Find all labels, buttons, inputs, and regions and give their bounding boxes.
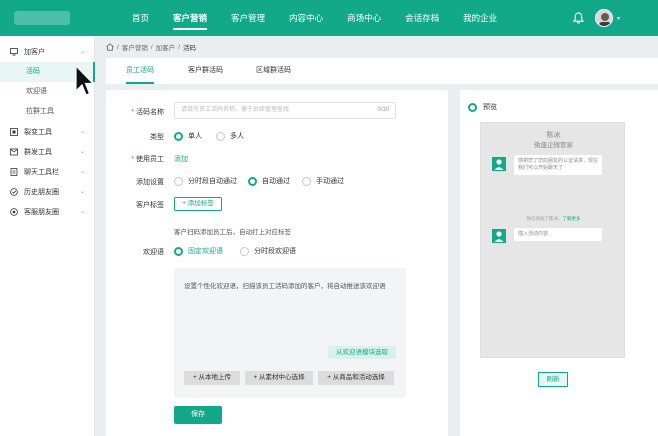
user-avatar[interactable] — [595, 9, 613, 27]
tab-group-code[interactable]: 客户群活码 — [188, 58, 223, 84]
sidebar-group-label: 聊天工具栏 — [24, 169, 59, 176]
preview-header: 预览 — [468, 102, 497, 112]
bell-icon[interactable] — [573, 12, 584, 24]
chevron-down-icon: ⌄ — [79, 149, 85, 155]
sidebar-group-chat-toolbar[interactable]: 聊天工具栏 ⌄ — [0, 162, 95, 182]
type-single-radio[interactable]: 单人 — [174, 131, 202, 141]
service-moments-icon — [10, 208, 18, 216]
tags-label: 客户标签 — [136, 202, 164, 209]
radio-checked-icon — [174, 246, 183, 256]
radio-checked-icon — [248, 176, 257, 186]
chevron-down-icon: ⌄ — [79, 129, 85, 135]
welcome-message-editor[interactable]: 设置个性化欢迎语，扫描该员工活码添加的客户，将自动推送该欢迎语 从欢迎语模块选取… — [174, 268, 406, 398]
char-count: 0/30 — [377, 107, 389, 113]
radio-unchecked-icon — [174, 176, 183, 186]
name-label: * 活码名称 — [131, 109, 164, 116]
tab-region-group-code[interactable]: 区域群活码 — [256, 58, 291, 84]
preview-radio-icon — [468, 102, 477, 112]
staff-label: * 使用员工 — [131, 156, 164, 163]
chevron-down-icon: ⌄ — [79, 209, 85, 215]
save-button[interactable]: 保存 — [174, 406, 222, 424]
tab-staff-code[interactable]: 员工活码 — [126, 58, 154, 84]
welcome-fixed-radio[interactable]: 固定欢迎语 — [174, 246, 223, 256]
chat-avatar-icon — [492, 229, 506, 243]
add-staff-link[interactable]: 添加 — [174, 154, 188, 164]
chevron-down-icon[interactable]: ▾ — [617, 15, 620, 22]
tags-hint: 客户扫码添加员工后，自动打上对应标签 — [174, 229, 291, 236]
nav-item-home[interactable]: 首页 — [120, 0, 161, 36]
mass-send-icon — [10, 148, 18, 156]
code-name-input[interactable]: 请填写员工活码名称，便于后续管理查找 0/30 — [174, 102, 396, 119]
sidebar-group-fission-tool[interactable]: 裂变工具 ⌄ — [0, 122, 95, 142]
radio-unchecked-icon — [216, 131, 225, 141]
chat-bubble: 感谢您了您的朋友的认证请求，现在我们可以开始聊天了 — [514, 155, 602, 175]
preview-panel: 预览 陈冰 微盛企微管家 感谢您了您的朋友的认证请求，现在我们可以开始聊天了 你… — [460, 90, 658, 436]
avatar-portrait-icon — [596, 10, 612, 26]
upload-product-button[interactable]: + 从商品和活动选择 — [318, 371, 394, 385]
add-setting-label: 添加设置 — [136, 179, 164, 186]
radio-unchecked-icon — [240, 246, 249, 256]
sidebar-group-label: 群发工具 — [24, 149, 52, 156]
breadcrumb-item-current: 活码 — [182, 45, 196, 52]
sidebar-group-label: 历史朋友圈 — [24, 189, 59, 196]
radio-checked-icon — [174, 131, 183, 141]
sidebar-group-moments-history[interactable]: 历史朋友圈 ⌄ — [0, 182, 95, 202]
phone-mockup: 陈冰 微盛企微管家 感谢您了您的朋友的认证请求，现在我们可以开始聊天了 你已添加… — [480, 122, 625, 358]
welcome-placeholder: 设置个性化欢迎语，扫描该员工活码添加的客户，将自动推送该欢迎语 — [184, 283, 386, 290]
type-multi-radio[interactable]: 多人 — [216, 131, 244, 141]
sidebar-item-group-tool[interactable]: 拉群工具 — [0, 102, 95, 122]
welcome-timed-radio[interactable]: 分时段欢迎语 — [240, 246, 296, 256]
fission-icon — [10, 128, 18, 136]
nav-item-mall-center[interactable]: 商场中心 — [335, 0, 393, 36]
code-form-panel: * 活码名称 请填写员工活码名称，便于后续管理查找 0/30 类型 单人 多人 *… — [106, 90, 448, 436]
nav-item-my-enterprise[interactable]: 我的企业 — [451, 0, 509, 36]
radio-unchecked-icon — [302, 176, 311, 186]
nav-item-session-archive[interactable]: 会话存档 — [393, 0, 451, 36]
add-setting-auto-radio[interactable]: 自动通过 — [248, 176, 290, 186]
chat-toolbar-icon — [10, 168, 18, 176]
sidebar-group-label: 裂变工具 — [24, 129, 52, 136]
pick-from-welcome-module-button[interactable]: 从欢迎语模块选取 — [328, 346, 396, 359]
chat-avatar-icon — [492, 157, 506, 171]
moments-history-icon — [10, 188, 18, 196]
chevron-down-icon: ⌄ — [79, 189, 85, 195]
main-nav: 首页 客户营销 客户管理 内容中心 商场中心 会话存档 我的企业 — [120, 0, 509, 36]
code-type-tabs: 员工活码 客户群活码 区域群活码 — [106, 58, 658, 84]
add-setting-manual-radio[interactable]: 手动通过 — [302, 176, 344, 186]
chat-bubble: 插入活动内容 — [514, 228, 602, 241]
nav-item-customer-management[interactable]: 客户管理 — [219, 0, 277, 36]
add-setting-timed-radio[interactable]: 分时段自动通过 — [174, 176, 237, 186]
mouse-cursor-icon — [75, 64, 94, 96]
chevron-down-icon: ⌄ — [79, 169, 85, 175]
top-navigation-bar: 首页 客户营销 客户管理 内容中心 商场中心 会话存档 我的企业 ▾ — [0, 0, 658, 36]
type-label: 类型 — [150, 134, 164, 141]
chevron-down-icon: ⌄ — [79, 49, 85, 55]
system-notice: 你已添加了陈冰，了解更多 — [526, 216, 581, 221]
sidebar-group-mass-send[interactable]: 群发工具 ⌄ — [0, 142, 95, 162]
upload-material-button[interactable]: + 从素材中心选择 — [245, 371, 313, 385]
sidebar-group-label: 客服朋友圈 — [24, 209, 59, 216]
breadcrumb-item[interactable]: 加客户 — [156, 42, 176, 52]
add-customer-icon — [10, 48, 18, 56]
welcome-label: 欢迎语 — [143, 249, 164, 256]
code-name-placeholder: 请填写员工活码名称，便于后续管理查找 — [181, 107, 290, 113]
sidebar-group-add-customer[interactable]: 加客户 ⌄ — [0, 42, 95, 62]
home-icon[interactable] — [106, 43, 114, 51]
sidebar-group-label: 加客户 — [24, 49, 45, 56]
refresh-button[interactable]: 刷新 — [538, 372, 568, 387]
brand-logo[interactable] — [14, 11, 70, 25]
phone-contact-company: 微盛企微管家 — [534, 142, 573, 149]
breadcrumb: / 客户营销 / 加客户 / 活码 — [106, 42, 199, 52]
nav-item-content-center[interactable]: 内容中心 — [277, 0, 335, 36]
upload-local-button[interactable]: + 从本地上传 — [184, 371, 240, 385]
nav-item-customer-marketing[interactable]: 客户营销 — [161, 0, 219, 36]
sidebar-group-service-moments[interactable]: 客服朋友圈 ⌄ — [0, 202, 95, 222]
add-tag-button[interactable]: + 添加标签 — [174, 197, 222, 211]
breadcrumb-item[interactable]: 客户营销 — [122, 42, 148, 52]
